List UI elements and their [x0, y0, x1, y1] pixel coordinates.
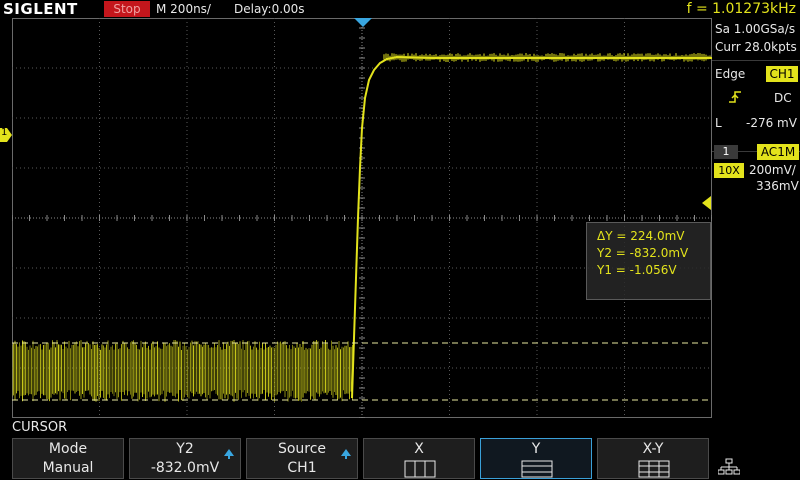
softkey-value: -832.0mV — [150, 460, 220, 476]
trigger-type: Edge — [715, 67, 746, 81]
run-stop-indicator[interactable]: Stop — [104, 1, 150, 17]
timebase-readout[interactable]: M 200ns/ — [156, 1, 211, 17]
brand-logo: SIGLENT — [3, 0, 78, 18]
trigger-level-marker[interactable] — [702, 196, 711, 210]
y1-readout: Y1 = -1.056V — [597, 263, 677, 277]
vertical-scale: 200mV/ — [749, 163, 796, 177]
softkey-bar: Mode Manual Y2 -832.0mV Source CH1 X Y X… — [0, 438, 800, 480]
trigger-source-badge: CH1 — [766, 66, 798, 82]
y-cursor-softkey[interactable]: Y — [480, 438, 592, 479]
y2-readout: Y2 = -832.0mV — [597, 246, 689, 260]
softkey-label: Y — [531, 441, 541, 457]
status-bar: SIGLENT Stop M 200ns/ Delay:0.00s f = 1.… — [0, 0, 800, 18]
adjust-arrow-icon — [341, 449, 351, 459]
delta-y-readout: ΔY = 224.0mV — [597, 229, 685, 243]
trigger-position-marker — [354, 18, 372, 27]
softkey-value: Manual — [42, 460, 94, 476]
trigger-info[interactable]: Edge CH1 DC L -276 mV — [712, 60, 800, 152]
frequency-counter: f = 1.01273kHz — [686, 1, 796, 17]
rising-edge-icon — [729, 91, 741, 103]
memory-depth: Curr 28.0kpts — [715, 40, 797, 54]
channel-number: 1 — [714, 145, 738, 159]
network-icon[interactable] — [718, 458, 740, 476]
probe-attenuation: 10X — [714, 163, 744, 178]
softkey-value: CH1 — [287, 460, 317, 476]
source-softkey[interactable]: Source CH1 — [246, 438, 358, 479]
softkey-label: X-Y — [642, 441, 664, 457]
acquisition-info: Sa 1.00GSa/s Curr 28.0kpts — [712, 18, 800, 58]
trigger-level-label: L — [715, 116, 722, 130]
channel-marker-label: 1 — [1, 127, 8, 138]
channel-offset-marker[interactable]: 1 — [0, 127, 12, 142]
cursor-readout-box: ΔY = 224.0mV Y2 = -832.0mV Y1 = -1.056V — [586, 222, 711, 300]
menu-title: CURSOR — [12, 420, 68, 435]
vertical-offset: 336mV — [756, 179, 799, 193]
channel-coupling: AC1M — [757, 144, 799, 160]
noise-band — [12, 340, 353, 402]
x-cursor-softkey[interactable]: X — [363, 438, 475, 479]
delay-readout[interactable]: Delay:0.00s — [234, 1, 305, 17]
trigger-coupling: DC — [774, 91, 792, 105]
waveform-svg — [12, 18, 712, 418]
trigger-level-value: -276 mV — [746, 116, 797, 130]
mode-softkey[interactable]: Mode Manual — [12, 438, 124, 479]
xy-cursor-softkey[interactable]: X-Y — [597, 438, 709, 479]
channel-info[interactable]: 1 AC1M 10X 200mV/ 336mV — [712, 142, 800, 200]
softkey-label: X — [414, 441, 424, 457]
waveform-display[interactable] — [12, 18, 712, 418]
y2-softkey[interactable]: Y2 -832.0mV — [129, 438, 241, 479]
y-cursor-icon — [521, 460, 553, 478]
x-cursor-icon — [404, 460, 436, 478]
softkey-label: Mode — [48, 441, 88, 457]
adjust-arrow-icon — [224, 449, 234, 459]
xy-cursor-icon — [638, 460, 670, 478]
sample-rate: Sa 1.00GSa/s — [715, 22, 796, 36]
